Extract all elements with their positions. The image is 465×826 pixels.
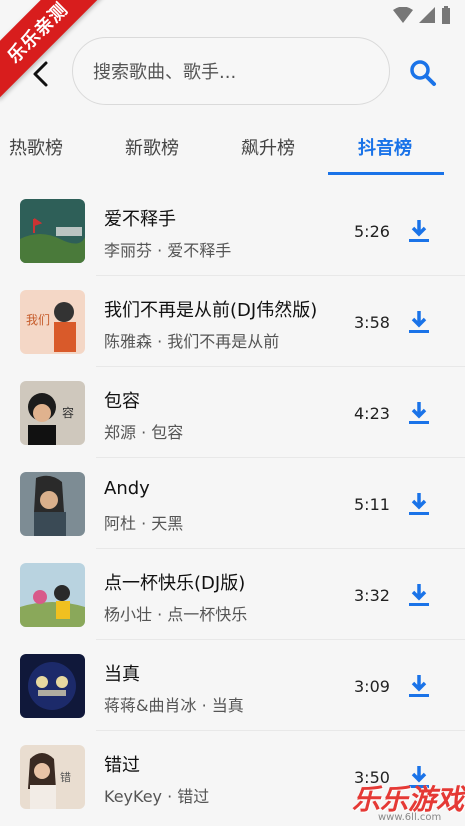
song-title: 我们不再是从前(DJ伟然版) (104, 300, 318, 321)
album-cover (20, 563, 85, 627)
song-row[interactable]: 当真 蒋蒋&曲肖冰 · 当真 3:09 (0, 640, 465, 731)
album-cover (20, 654, 85, 718)
song-title: 点一杯快乐(DJ版) (104, 573, 246, 594)
song-row[interactable]: 我们 我们不再是从前(DJ伟然版) 陈雅森 · 我们不再是从前 3:58 (0, 276, 465, 367)
song-subtitle: 阿杜 · 天黑 (104, 514, 184, 533)
status-icons (393, 6, 451, 24)
battery-icon (442, 6, 450, 24)
song-duration: 5:11 (354, 495, 390, 514)
download-icon[interactable] (403, 397, 435, 429)
song-title: 爱不释手 (104, 209, 176, 230)
song-subtitle: 陈雅森 · 我们不再是从前 (104, 332, 280, 351)
song-row[interactable]: 容 包容 郑源 · 包容 4:23 (0, 367, 465, 458)
tab-douyin[interactable]: 抖音榜 (358, 134, 412, 160)
song-row[interactable]: 点一杯快乐(DJ版) 杨小壮 · 点一杯快乐 3:32 (0, 549, 465, 640)
wifi-icon (393, 7, 413, 23)
download-icon[interactable] (403, 215, 435, 247)
album-cover: 我们 (20, 290, 85, 354)
song-subtitle: 蒋蒋&曲肖冰 · 当真 (104, 696, 244, 715)
album-cover (20, 199, 85, 263)
download-icon[interactable] (403, 579, 435, 611)
song-duration: 3:09 (354, 677, 390, 696)
song-title: Andy (104, 478, 150, 499)
search-placeholder: 搜索歌曲、歌手... (93, 62, 237, 83)
download-icon[interactable] (403, 306, 435, 338)
song-row[interactable]: 爱不释手 李丽芬 · 爱不释手 5:26 (0, 185, 465, 276)
signal-icon (419, 7, 435, 23)
song-duration: 3:32 (354, 586, 390, 605)
song-row[interactable]: Andy 阿杜 · 天黑 5:11 (0, 458, 465, 549)
song-title: 错过 (104, 755, 140, 776)
svg-text:我们: 我们 (26, 312, 50, 327)
song-subtitle: 郑源 · 包容 (104, 423, 184, 442)
download-icon[interactable] (403, 488, 435, 520)
active-tab-indicator (328, 172, 444, 175)
search-input[interactable]: 搜索歌曲、歌手... (72, 37, 390, 105)
svg-text:错: 错 (60, 770, 71, 784)
song-subtitle: 杨小壮 · 点一杯快乐 (104, 605, 248, 624)
song-duration: 5:26 (354, 222, 390, 241)
download-icon[interactable] (403, 670, 435, 702)
search-icon (410, 60, 436, 86)
album-cover: 错 (20, 745, 85, 809)
album-cover: 容 (20, 381, 85, 445)
svg-text:容: 容 (62, 405, 74, 420)
chart-tabs: 热歌榜 新歌榜 飙升榜 抖音榜 (0, 124, 465, 176)
tab-rising[interactable]: 飙升榜 (241, 134, 295, 160)
song-title: 包容 (104, 391, 140, 412)
watermark-url: www.6ll.com (378, 812, 442, 823)
song-duration: 3:58 (354, 313, 390, 332)
song-subtitle: 李丽芬 · 爱不释手 (104, 241, 232, 260)
search-button[interactable] (404, 54, 442, 92)
tab-new[interactable]: 新歌榜 (125, 134, 179, 160)
album-cover (20, 472, 85, 536)
song-subtitle: KeyKey · 错过 (104, 787, 210, 806)
song-duration: 4:23 (354, 404, 390, 423)
tab-hot[interactable]: 热歌榜 (9, 134, 63, 160)
header: 搜索歌曲、歌手... (0, 36, 465, 110)
song-title: 当真 (104, 664, 140, 685)
